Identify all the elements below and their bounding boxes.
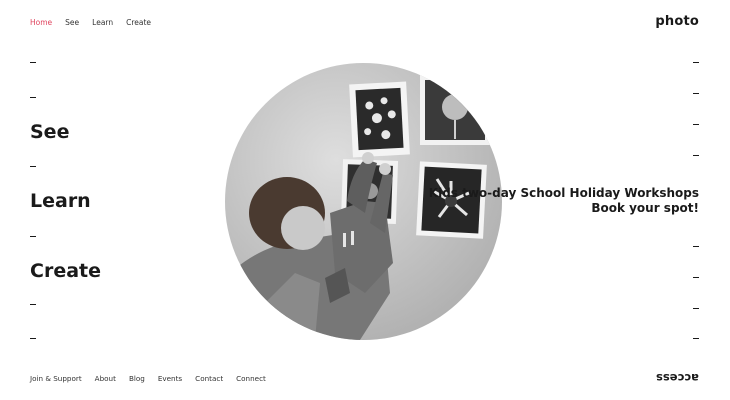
footer-connect[interactable]: Connect bbox=[236, 374, 266, 383]
divider-dash bbox=[693, 155, 699, 157]
footer-events[interactable]: Events bbox=[158, 374, 182, 383]
site-logo[interactable]: photo bbox=[655, 14, 699, 29]
big-nav-learn[interactable]: Learn bbox=[30, 190, 91, 212]
footer-about[interactable]: About bbox=[95, 374, 116, 383]
divider-dash bbox=[693, 338, 699, 340]
promo-title-link[interactable]: Kids two-day School Holiday Workshops bbox=[429, 186, 699, 201]
access-link[interactable]: access bbox=[656, 371, 699, 385]
footer-nav: Join & Support About Blog Events Contact… bbox=[30, 374, 266, 383]
nav-see[interactable]: See bbox=[65, 18, 79, 27]
nav-create[interactable]: Create bbox=[126, 18, 151, 27]
footer-join-support[interactable]: Join & Support bbox=[30, 374, 82, 383]
footer-blog[interactable]: Blog bbox=[129, 374, 145, 383]
divider-dash bbox=[693, 124, 699, 126]
big-nav-create[interactable]: Create bbox=[30, 260, 101, 282]
divider-dash bbox=[693, 93, 699, 95]
divider-dash bbox=[693, 308, 699, 310]
nav-learn[interactable]: Learn bbox=[92, 18, 113, 27]
footer-contact[interactable]: Contact bbox=[195, 374, 223, 383]
promo-banner: Kids two-day School Holiday Workshops Bo… bbox=[429, 186, 699, 216]
divider-dash bbox=[30, 236, 36, 238]
big-nav-see[interactable]: See bbox=[30, 121, 69, 143]
divider-dash bbox=[30, 97, 36, 99]
divider-dash bbox=[30, 304, 36, 306]
promo-book-link[interactable]: Book your spot! bbox=[429, 201, 699, 216]
divider-dash bbox=[693, 62, 699, 64]
divider-dash bbox=[30, 338, 36, 340]
divider-dash bbox=[30, 166, 36, 168]
nav-home[interactable]: Home bbox=[30, 18, 52, 27]
top-nav: Home See Learn Create bbox=[30, 18, 151, 27]
divider-dash bbox=[30, 62, 36, 64]
divider-dash bbox=[693, 246, 699, 248]
divider-dash bbox=[693, 277, 699, 279]
